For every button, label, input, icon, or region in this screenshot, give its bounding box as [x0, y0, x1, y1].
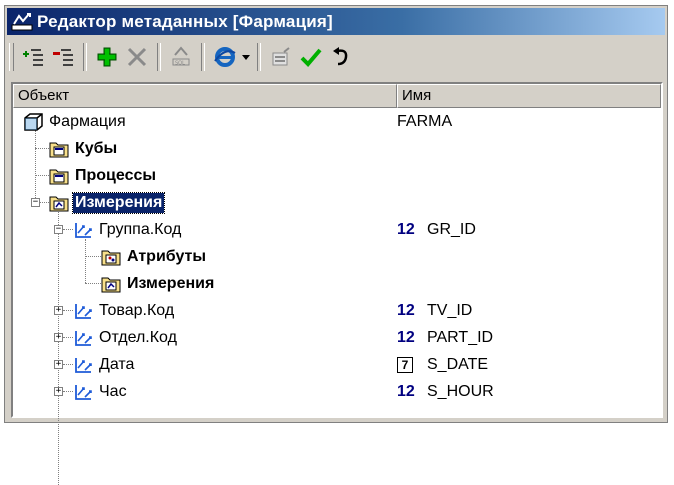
collapse-toggle[interactable]: − — [31, 198, 40, 207]
tree-item-value: S_DATE — [427, 356, 489, 373]
sql-icon: SQL — [172, 46, 190, 67]
tree-item-value: FARMA — [397, 113, 453, 130]
folder-process-icon — [49, 169, 69, 185]
add-button[interactable] — [92, 42, 122, 72]
tree-item-value: TV_ID — [427, 302, 473, 319]
tree-row-processes[interactable]: Процессы — [13, 162, 661, 189]
tree-row-product[interactable]: + Товар.Код 12 TV_ID — [13, 297, 661, 324]
tree-item-label: Дата — [99, 356, 135, 373]
tree-rows: Фармация FARMA Кубы Процессы − Измерения… — [13, 108, 661, 485]
editor-app-icon — [11, 12, 33, 30]
window-title: Редактор метаданных [Фармация] — [37, 11, 333, 31]
date-type-icon: 7 — [397, 357, 413, 373]
dimension-icon — [75, 223, 92, 238]
folder-dimension-icon — [101, 277, 121, 293]
tree-item-label: Процессы — [75, 167, 157, 184]
chevron-down-icon — [242, 54, 250, 60]
folder-cube-icon — [49, 142, 69, 158]
expand-toggle[interactable]: + — [54, 387, 63, 396]
tree-row-attributes[interactable]: Атрибуты — [13, 243, 661, 270]
toolbar-separator — [257, 43, 261, 71]
title-bar[interactable]: Редактор метаданных [Фармация] — [7, 8, 665, 35]
expand-toggle[interactable]: + — [54, 306, 63, 315]
tree-item-value: GR_ID — [427, 221, 476, 238]
tree-item-label: Атрибуты — [127, 248, 207, 265]
remove-node-button[interactable] — [48, 42, 78, 72]
tree-item-label: Измерения — [127, 275, 215, 292]
type-badge: 12 — [397, 302, 415, 319]
toolbar-separator — [83, 43, 87, 71]
dimension-icon — [75, 331, 92, 346]
column-header-object[interactable]: Объект — [13, 84, 397, 108]
dimension-icon — [75, 385, 92, 400]
tree-item-value: S_HOUR — [427, 383, 494, 400]
metadata-tree-view[interactable]: Объект Имя Фармация FARMA Кубы Процессы … — [11, 82, 663, 485]
browser-icon — [214, 47, 236, 67]
metadata-editor-window: Редактор метаданных [Фармация] SQL Объек… — [4, 5, 668, 485]
tree-item-value: PART_ID — [427, 329, 494, 346]
tree-header: Объект Имя — [13, 84, 661, 108]
expand-toggle[interactable]: + — [54, 333, 63, 342]
tree-item-label: Кубы — [75, 140, 118, 157]
dimension-icon — [75, 304, 92, 319]
type-badge: 12 — [397, 221, 415, 238]
column-header-name[interactable]: Имя — [397, 84, 661, 108]
type-badge: 12 — [397, 329, 415, 346]
type-badge: 12 — [397, 383, 415, 400]
toolbar-grip[interactable] — [9, 43, 14, 71]
tree-row-root[interactable]: Фармация FARMA — [13, 108, 661, 135]
toolbar: SQL — [7, 37, 665, 77]
toolbar-separator — [157, 43, 161, 71]
tree-row-group-dimensions[interactable]: Измерения — [13, 270, 661, 297]
collapse-toggle[interactable]: − — [54, 225, 63, 234]
undo-icon — [333, 47, 348, 66]
tree-row-hour[interactable]: + Час 12 S_HOUR — [13, 378, 661, 405]
undo-button[interactable] — [326, 42, 356, 72]
dimension-icon — [75, 358, 92, 373]
sql-button[interactable]: SQL — [166, 42, 196, 72]
tree-row-department[interactable]: + Отдел.Код 12 PART_ID — [13, 324, 661, 351]
tree-item-label: Измерения — [71, 192, 166, 214]
tree-item-label: Час — [99, 383, 127, 400]
tree-row-group[interactable]: − Группа.Код 12 GR_ID — [13, 216, 661, 243]
svg-text:SQL: SQL — [175, 61, 185, 67]
browser-dropdown-button[interactable] — [240, 42, 252, 72]
add-node-button[interactable] — [18, 42, 48, 72]
browser-button[interactable] — [210, 42, 240, 72]
tree-row-dimensions[interactable]: − Измерения — [13, 189, 661, 216]
remove-node-icon — [53, 49, 73, 66]
tree-row-date[interactable]: + Дата 7 S_DATE — [13, 351, 661, 378]
cube-icon — [24, 113, 43, 131]
apply-button[interactable] — [296, 42, 326, 72]
tree-item-label: Товар.Код — [99, 302, 175, 319]
folder-attributes-icon — [101, 250, 121, 266]
expand-toggle[interactable]: + — [54, 360, 63, 369]
properties-icon — [272, 47, 290, 66]
properties-button[interactable] — [266, 42, 296, 72]
tree-item-label: Группа.Код — [99, 221, 182, 238]
toolbar-separator — [201, 43, 205, 71]
tree-item-label: Фармация — [49, 113, 126, 130]
folder-dimension-icon — [49, 196, 69, 212]
delete-button[interactable] — [122, 42, 152, 72]
delete-icon — [127, 47, 147, 67]
add-icon — [97, 47, 117, 67]
tree-row-cubes[interactable]: Кубы — [13, 135, 661, 162]
check-icon — [300, 48, 322, 67]
add-node-icon — [23, 49, 43, 66]
tree-item-label: Отдел.Код — [99, 329, 177, 346]
